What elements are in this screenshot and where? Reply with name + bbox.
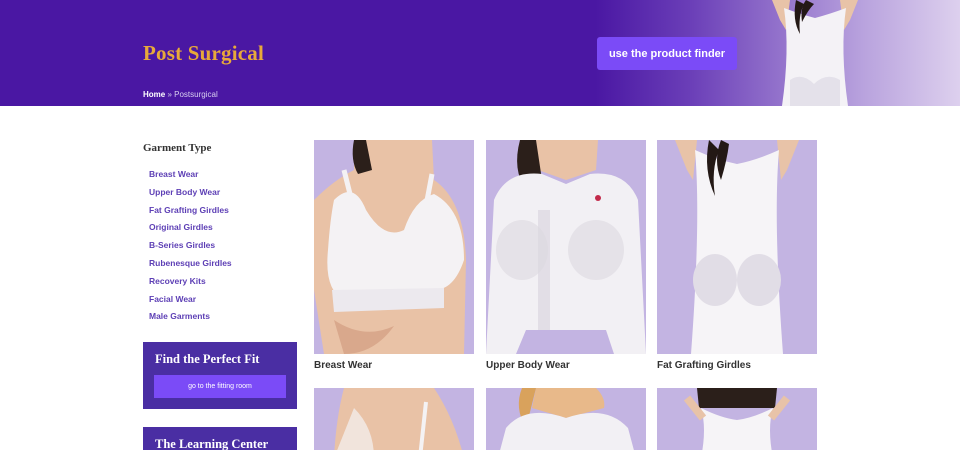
garment-link-upper-body-wear[interactable]: Upper Body Wear bbox=[149, 186, 232, 204]
breadcrumb-current: Postsurgical bbox=[174, 90, 218, 99]
learning-center-title: The Learning Center bbox=[155, 437, 269, 450]
product-label[interactable]: Upper Body Wear bbox=[486, 360, 646, 371]
garment-link-fat-grafting-girdles[interactable]: Fat Grafting Girdles bbox=[149, 204, 232, 222]
product-card-row2-2[interactable] bbox=[486, 388, 646, 450]
garment-link-b-series-girdles[interactable]: B-Series Girdles bbox=[149, 239, 232, 257]
learning-center-box[interactable]: The Learning Center bbox=[143, 427, 297, 450]
fitting-room-button[interactable]: go to the fitting room bbox=[154, 375, 286, 398]
breast-wear-photo bbox=[314, 140, 466, 354]
garment-link-original-girdles[interactable]: Original Girdles bbox=[149, 221, 232, 239]
product-image[interactable] bbox=[486, 388, 646, 450]
garment-type-heading: Garment Type bbox=[143, 142, 212, 154]
product-card-breast-wear[interactable]: Breast Wear bbox=[314, 140, 474, 371]
row2-photo-2 bbox=[500, 388, 634, 450]
breadcrumb: Home » Postsurgical bbox=[143, 90, 218, 99]
product-image[interactable] bbox=[486, 140, 646, 354]
row2-photo-1 bbox=[334, 388, 462, 450]
garment-type-list: Breast Wear Upper Body Wear Fat Grafting… bbox=[149, 168, 232, 328]
product-card-upper-body-wear[interactable]: Upper Body Wear bbox=[486, 140, 646, 371]
garment-link-recovery-kits[interactable]: Recovery Kits bbox=[149, 275, 232, 293]
garment-link-breast-wear[interactable]: Breast Wear bbox=[149, 168, 232, 186]
product-finder-button[interactable]: use the product finder bbox=[597, 37, 737, 70]
banner-model-image bbox=[772, 0, 858, 106]
perfect-fit-box: Find the Perfect Fit go to the fitting r… bbox=[143, 342, 297, 409]
garment-link-rubenesque-girdles[interactable]: Rubenesque Girdles bbox=[149, 257, 232, 275]
breadcrumb-home-link[interactable]: Home bbox=[143, 90, 165, 99]
garment-link-male-garments[interactable]: Male Garments bbox=[149, 310, 232, 328]
product-card-fat-grafting-girdles[interactable]: Fat Grafting Girdles bbox=[657, 140, 817, 371]
product-image[interactable] bbox=[314, 140, 474, 354]
product-image[interactable] bbox=[314, 388, 474, 450]
upper-body-wear-photo bbox=[486, 140, 646, 354]
breadcrumb-separator: » bbox=[165, 90, 175, 99]
garment-link-facial-wear[interactable]: Facial Wear bbox=[149, 293, 232, 311]
fat-grafting-girdles-photo bbox=[675, 140, 799, 354]
product-label[interactable]: Fat Grafting Girdles bbox=[657, 360, 817, 371]
product-image[interactable] bbox=[657, 388, 817, 450]
perfect-fit-title: Find the Perfect Fit bbox=[155, 352, 260, 366]
product-label[interactable]: Breast Wear bbox=[314, 360, 474, 371]
product-card-row2-1[interactable] bbox=[314, 388, 474, 450]
product-card-row2-3[interactable] bbox=[657, 388, 817, 450]
page-header-banner: Post Surgical Home » Postsurgical use th… bbox=[0, 0, 960, 106]
page-title: Post Surgical bbox=[143, 41, 265, 65]
row2-photo-3 bbox=[683, 388, 791, 450]
product-image[interactable] bbox=[657, 140, 817, 354]
